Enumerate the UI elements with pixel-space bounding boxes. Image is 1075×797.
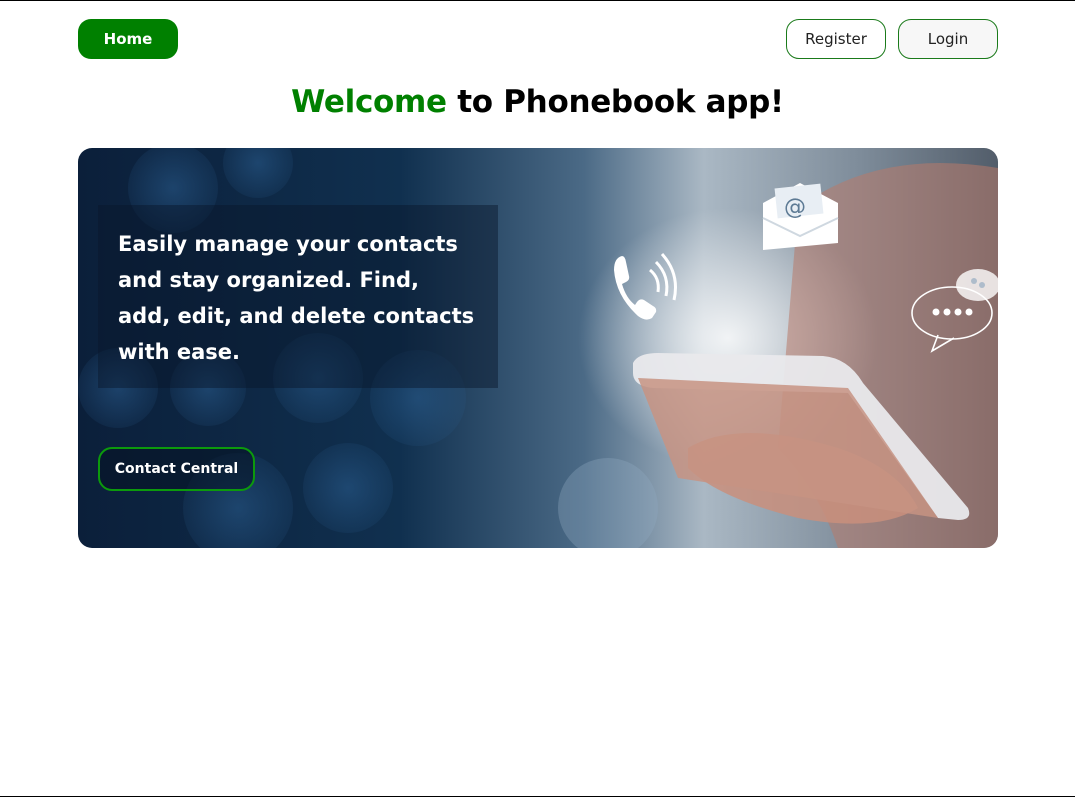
login-button[interactable]: Login (898, 19, 998, 59)
chat-bubble-icon (911, 269, 998, 353)
hero-banner: @ Easily manage your contacts and stay o… (78, 148, 998, 548)
page-title-rest: to Phonebook app! (446, 84, 784, 120)
home-button[interactable]: Home (78, 19, 178, 59)
phone-icon (614, 252, 677, 320)
register-button[interactable]: Register (786, 19, 886, 59)
top-nav: Home Register Login (78, 19, 998, 61)
hero-description: Easily manage your contacts and stay org… (118, 232, 475, 364)
page-title: Welcome to Phonebook app! (0, 84, 1075, 120)
page-title-accent: Welcome (291, 84, 447, 120)
email-icon: @ (762, 183, 839, 250)
svg-text:@: @ (784, 195, 806, 220)
contact-central-button[interactable]: Contact Central (98, 447, 255, 491)
